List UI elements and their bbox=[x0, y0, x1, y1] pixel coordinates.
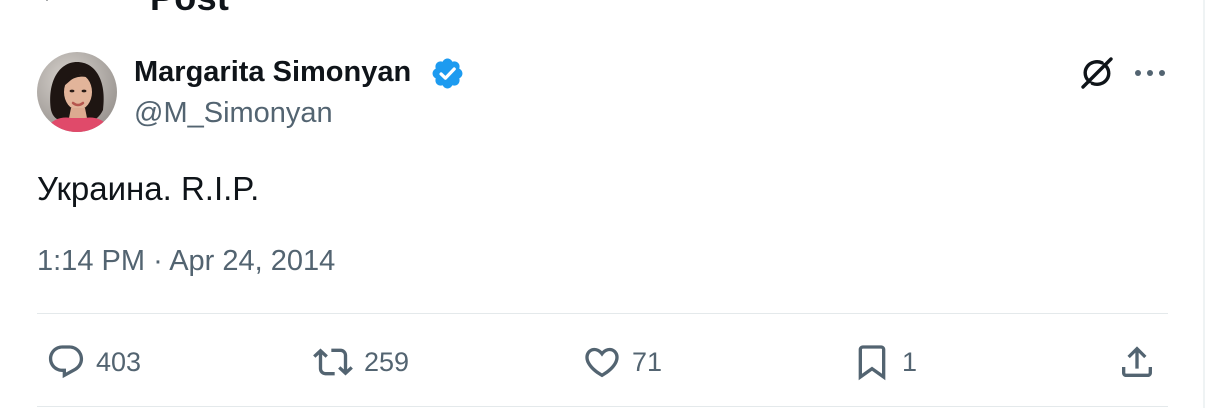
avatar[interactable] bbox=[37, 52, 117, 132]
share-icon bbox=[1117, 342, 1157, 382]
divider bbox=[37, 313, 1168, 314]
repost-count: 259 bbox=[364, 347, 410, 377]
meta-separator: · bbox=[153, 245, 163, 277]
top-bar: Post bbox=[0, 0, 1200, 20]
bookmark-icon bbox=[852, 342, 892, 382]
reply-icon bbox=[46, 342, 86, 382]
post-time[interactable]: 1:14 PM bbox=[37, 245, 145, 277]
reply-count: 403 bbox=[96, 347, 142, 377]
post-timestamp[interactable]: 1:14 PM · Apr 24, 2014 bbox=[37, 244, 335, 278]
reply-button[interactable]: 403 bbox=[46, 340, 141, 384]
verified-badge-icon[interactable] bbox=[430, 56, 465, 91]
arrow-left-icon[interactable] bbox=[40, 0, 66, 12]
like-icon bbox=[582, 342, 622, 382]
share-button[interactable] bbox=[1117, 340, 1157, 384]
repost-icon bbox=[312, 342, 354, 382]
page-title: Post bbox=[150, 0, 229, 16]
divider bbox=[37, 406, 1168, 407]
post-text: Украина. R.I.P. bbox=[37, 170, 260, 207]
more-icon[interactable] bbox=[1132, 60, 1168, 86]
bookmark-button[interactable]: 1 bbox=[852, 340, 917, 384]
bookmark-count: 1 bbox=[902, 347, 918, 377]
post-date[interactable]: Apr 24, 2014 bbox=[169, 245, 335, 277]
author-name[interactable]: Margarita Simonyan bbox=[134, 55, 411, 89]
grok-icon[interactable] bbox=[1080, 56, 1114, 90]
column-border bbox=[1203, 0, 1205, 408]
like-count: 71 bbox=[632, 347, 663, 377]
repost-button[interactable]: 259 bbox=[312, 340, 409, 384]
author-handle[interactable]: @M_Simonyan bbox=[134, 96, 333, 130]
like-button[interactable]: 71 bbox=[582, 340, 662, 384]
